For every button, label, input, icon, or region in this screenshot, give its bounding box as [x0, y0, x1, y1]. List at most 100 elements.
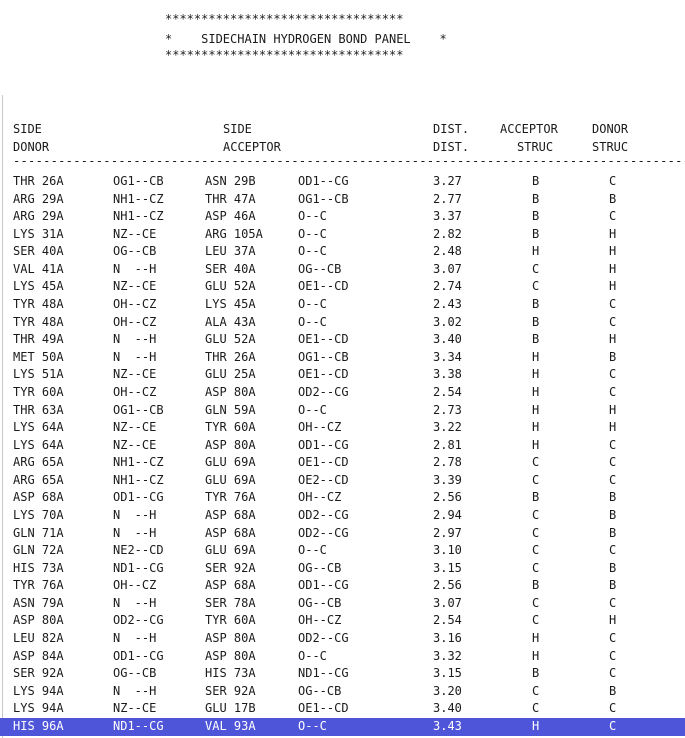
- table-row[interactable]: ASN 79A N --H SER 78A OG--CB 3.07 C C: [0, 595, 685, 613]
- table-row[interactable]: VAL 41A N --H SER 40A OG--CB 3.07 C H: [0, 261, 685, 279]
- distance-cell: 2.94: [433, 507, 462, 522]
- acceptor-atoms-cell: OE1--CD: [298, 701, 349, 716]
- donor-atoms-cell: OH--CZ: [113, 297, 157, 312]
- distance-cell: 3.10: [433, 543, 462, 558]
- table-row[interactable]: TYR 60A OH--CZ ASP 80A OD2--CG 2.54 H C: [0, 384, 685, 402]
- donor-atoms-cell: ND1--CG: [113, 718, 164, 733]
- acceptor-residue-cell: ASP 68A: [205, 578, 256, 593]
- acceptor-atoms-cell: OG--CB: [298, 683, 342, 698]
- table-row[interactable]: ARG 65A NH1--CZ GLU 69A OE2--CD 3.39 C C: [0, 472, 685, 490]
- table-row[interactable]: LYS 70A N --H ASP 68A OD2--CG 2.94 C B: [0, 507, 685, 525]
- donor-structure-cell: C: [609, 595, 617, 610]
- acceptor-residue-cell: ASP 80A: [205, 437, 256, 452]
- table-row[interactable]: THR 26A OG1--CB ASN 29B OD1--CG 3.27 B C: [0, 173, 685, 191]
- table-row[interactable]: HIS 73A ND1--CG SER 92A OG--CB 3.15 C B: [0, 560, 685, 578]
- acceptor-structure-cell: C: [532, 261, 540, 276]
- table-row[interactable]: ARG 29A NH1--CZ ASP 46A O--C 3.37 B C: [0, 208, 685, 226]
- donor-atoms-cell: NZ--CE: [113, 279, 157, 294]
- table-row[interactable]: ASP 84A OD1--CG ASP 80A O--C 3.32 H C: [0, 648, 685, 666]
- header-side-acceptor-line2: ACCEPTOR: [223, 140, 281, 154]
- donor-residue-cell: SER 92A: [13, 666, 64, 681]
- table-row[interactable]: LYS 51A NZ--CE GLU 25A OE1--CD 3.38 H C: [0, 366, 685, 384]
- table-row[interactable]: TYR 48A OH--CZ LYS 45A O--C 2.43 B C: [0, 296, 685, 314]
- acceptor-atoms-cell: OH--CZ: [298, 420, 342, 435]
- acceptor-structure-cell: C: [532, 507, 540, 522]
- donor-structure-cell: B: [609, 191, 617, 206]
- distance-cell: 3.40: [433, 332, 462, 347]
- acceptor-structure-cell: H: [532, 384, 540, 399]
- table-row[interactable]: SER 92A OG--CB HIS 73A ND1--CG 3.15 B C: [0, 665, 685, 683]
- donor-residue-cell: GLN 71A: [13, 525, 64, 540]
- table-row[interactable]: LYS 94A N --H SER 92A OG--CB 3.20 C B: [0, 683, 685, 701]
- acceptor-residue-cell: SER 40A: [205, 261, 256, 276]
- donor-structure-cell: C: [609, 543, 617, 558]
- header-dist-line1: DIST.: [433, 122, 470, 136]
- header-side-donor-line2: DONOR: [13, 140, 50, 154]
- table-row[interactable]: MET 50A N --H THR 26A OG1--CB 3.34 H B: [0, 349, 685, 367]
- acceptor-structure-cell: B: [532, 490, 540, 505]
- acceptor-atoms-cell: O--C: [298, 244, 327, 259]
- acceptor-residue-cell: SER 92A: [205, 683, 256, 698]
- table-row[interactable]: SER 40A OG--CB LEU 37A O--C 2.48 H H: [0, 243, 685, 261]
- donor-structure-cell: C: [609, 701, 617, 716]
- donor-residue-cell: ASP 68A: [13, 490, 64, 505]
- table-row[interactable]: LYS 45A NZ--CE GLU 52A OE1--CD 2.74 C H: [0, 278, 685, 296]
- table-row[interactable]: ARG 65A NH1--CZ GLU 69A OE1--CD 2.78 C C: [0, 454, 685, 472]
- donor-atoms-cell: NZ--CE: [113, 367, 157, 382]
- acceptor-structure-cell: C: [532, 279, 540, 294]
- acceptor-residue-cell: VAL 93A: [205, 718, 256, 733]
- acceptor-atoms-cell: O--C: [298, 543, 327, 558]
- table-row[interactable]: GLN 72A NE2--CD GLU 69A O--C 3.10 C C: [0, 542, 685, 560]
- acceptor-residue-cell: GLN 59A: [205, 402, 256, 417]
- distance-cell: 2.81: [433, 437, 462, 452]
- donor-structure-cell: H: [609, 332, 617, 347]
- acceptor-structure-cell: C: [532, 455, 540, 470]
- donor-residue-cell: LYS 64A: [13, 437, 64, 452]
- acceptor-structure-cell: H: [532, 631, 540, 646]
- acceptor-atoms-cell: OD1--CG: [298, 174, 349, 188]
- donor-atoms-cell: N --H: [113, 261, 157, 276]
- table-row-selected[interactable]: HIS 96A ND1--CG VAL 93A O--C 3.43 H C: [0, 717, 685, 736]
- table-row[interactable]: ARG 29A NH1--CZ THR 47A OG1--CB 2.77 B B: [0, 191, 685, 209]
- acceptor-residue-cell: LEU 37A: [205, 244, 256, 259]
- table-row[interactable]: THR 49A N --H GLU 52A OE1--CD 3.40 B H: [0, 331, 685, 349]
- header-acceptor-struc-line1: ACCEPTOR: [500, 122, 558, 136]
- table-row[interactable]: GLN 71A N --H ASP 68A OD2--CG 2.97 C B: [0, 525, 685, 543]
- donor-atoms-cell: N --H: [113, 507, 157, 522]
- acceptor-residue-cell: ASP 80A: [205, 631, 256, 646]
- distance-cell: 3.32: [433, 648, 462, 663]
- acceptor-structure-cell: C: [532, 543, 540, 558]
- table-row[interactable]: LYS 64A NZ--CE TYR 60A OH--CZ 3.22 H H: [0, 419, 685, 437]
- table-row[interactable]: ASP 80A OD2--CG TYR 60A OH--CZ 2.54 C H: [0, 612, 685, 630]
- table-row[interactable]: THR 63A OG1--CB GLN 59A O--C 2.73 H H: [0, 402, 685, 420]
- donor-structure-cell: B: [609, 349, 617, 364]
- distance-cell: 2.56: [433, 578, 462, 593]
- donor-atoms-cell: N --H: [113, 595, 157, 610]
- acceptor-atoms-cell: OG--CB: [298, 261, 342, 276]
- acceptor-residue-cell: GLU 25A: [205, 367, 256, 382]
- header-acceptor-struc-line2: STRUC: [517, 140, 554, 154]
- donor-structure-cell: C: [609, 455, 617, 470]
- table-row[interactable]: ASP 68A OD1--CG TYR 76A OH--CZ 2.56 B B: [0, 489, 685, 507]
- table-row[interactable]: LYS 64A NZ--CE ASP 80A OD1--CG 2.81 H C: [0, 437, 685, 455]
- distance-cell: 2.48: [433, 244, 462, 259]
- donor-residue-cell: LYS 45A: [13, 279, 64, 294]
- donor-structure-cell: C: [609, 209, 617, 224]
- distance-cell: 3.22: [433, 420, 462, 435]
- donor-residue-cell: LYS 64A: [13, 420, 64, 435]
- donor-residue-cell: THR 63A: [13, 402, 64, 417]
- acceptor-atoms-cell: OD2--CG: [298, 631, 349, 646]
- donor-structure-cell: B: [609, 578, 617, 593]
- donor-residue-cell: TYR 60A: [13, 384, 64, 399]
- distance-cell: 2.56: [433, 490, 462, 505]
- table-row[interactable]: TYR 76A OH--CZ ASP 68A OD1--CG 2.56 B B: [0, 577, 685, 595]
- distance-cell: 3.38: [433, 367, 462, 382]
- table-row[interactable]: TYR 48A OH--CZ ALA 43A O--C 3.02 B C: [0, 314, 685, 332]
- table-row[interactable]: LEU 82A N --H ASP 80A OD2--CG 3.16 H C: [0, 630, 685, 648]
- donor-residue-cell: TYR 48A: [13, 314, 64, 329]
- table-row[interactable]: LYS 31A NZ--CE ARG 105A O--C 2.82 B H: [0, 226, 685, 244]
- donor-atoms-cell: NE2--CD: [113, 543, 164, 558]
- table-row[interactable]: LYS 94A NZ--CE GLU 17B OE1--CD 3.40 C C: [0, 700, 685, 718]
- distance-cell: 2.82: [433, 226, 462, 241]
- acceptor-atoms-cell: OE2--CD: [298, 472, 349, 487]
